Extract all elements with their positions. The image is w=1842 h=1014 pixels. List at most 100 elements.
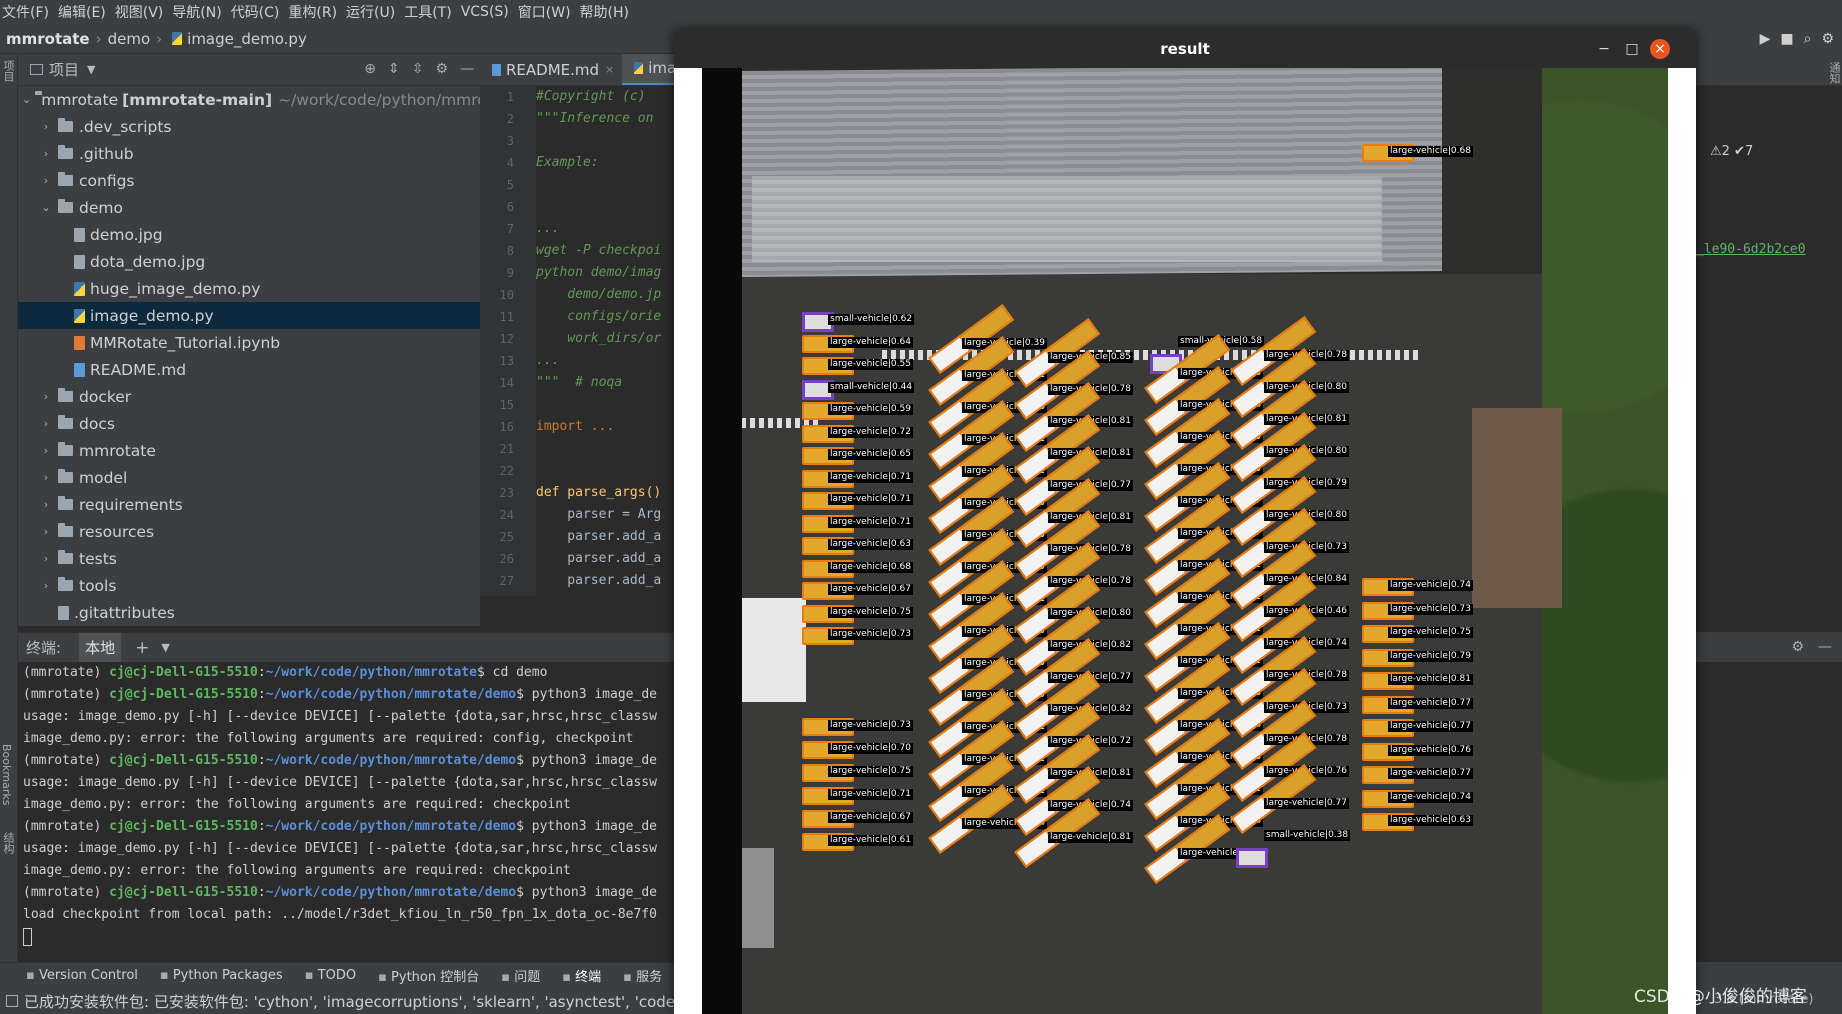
project-panel-title[interactable]: 项目 [49,59,79,80]
code-line: parser.add_a [536,573,662,588]
detection-label: large-vehicle|0.63 [828,539,913,550]
menu-item[interactable]: 编辑(E) [58,2,115,22]
tool-tab-2[interactable]: ▪ TODO [305,968,356,983]
tree-item[interactable]: › model [18,464,480,491]
tab-image-demo[interactable]: ima [622,54,674,85]
tree-item[interactable]: ⌄ demo [18,194,480,221]
tree-item-label: requirements [79,495,183,514]
tool-tab-5[interactable]: ▪ 终端 [562,966,601,985]
minimize-window-icon[interactable]: − [1594,39,1614,59]
maximize-window-icon[interactable]: □ [1622,39,1642,59]
gear-icon[interactable]: ⚙ [1821,31,1834,47]
terminal-env: (mmrotate) [23,665,110,680]
menu-item[interactable]: 运行(U) [346,2,404,22]
watermark: CSDN @小俊俊的博客 [1634,987,1807,1007]
chevron-down-icon[interactable]: ⌄ [38,201,54,214]
menu-item[interactable]: 代码(C) [231,2,289,22]
chevron-down-icon[interactable]: ⌄ [22,93,31,106]
chevron-right-icon[interactable]: › [38,471,54,484]
code-editor[interactable]: #Copyright (c) """Inference on Example:...… [536,86,674,596]
chevron-right-icon[interactable]: › [38,417,54,430]
chevron-right-icon[interactable]: › [38,525,54,538]
structure-tool-label[interactable]: 结构 [0,832,16,854]
tree-item[interactable]: dota_demo.jpg [18,248,480,275]
close-icon[interactable]: × [605,63,614,76]
tree-item[interactable]: image_demo.py [18,302,480,329]
chevron-right-icon[interactable]: › [38,552,54,565]
tool-tab-3[interactable]: ▪ Python 控制台 [378,966,479,985]
tree-item[interactable]: › tools [18,572,480,599]
inspection-badge[interactable]: ⚠2 ✔7 [1710,144,1753,159]
chevron-right-icon[interactable]: › [38,444,54,457]
gear-icon[interactable]: ⚙ [1791,639,1804,655]
tree-item-label: model [79,468,128,487]
chevron-right-icon[interactable]: › [38,498,54,511]
tree-item[interactable]: › .github [18,140,480,167]
chevron-right-icon[interactable]: › [38,390,54,403]
menu-item[interactable]: 文件(F) [2,2,58,22]
menu-item[interactable]: 帮助(H) [580,2,638,22]
terminal-line: image_demo.py: error: the following argu… [23,863,571,878]
menu-item[interactable]: 重构(R) [288,2,346,22]
info-message[interactable]: 已成功安装软件包: 已安装软件包: 'cython', 'imagecorrup… [24,991,719,1012]
breadcrumb-project[interactable]: mmrotate [6,30,90,48]
gear-icon[interactable]: ⚙ [435,61,448,77]
stop-icon[interactable]: ■ [1780,31,1793,47]
tree-item[interactable]: › docker [18,383,480,410]
todo-icon: ▪ [304,968,318,983]
code-line: """Inference on [536,111,654,126]
menu-item[interactable]: 窗口(W) [518,2,580,22]
tab-readme[interactable]: README.md × [480,54,622,85]
menu-item[interactable]: 导航(N) [172,2,230,22]
tree-item[interactable]: › docs [18,410,480,437]
tree-item[interactable]: README.md [18,356,480,383]
minimize-icon[interactable]: — [1818,639,1832,655]
add-terminal-icon[interactable]: + [135,638,149,658]
chevron-down-icon[interactable]: ▼ [161,641,169,654]
tree-item[interactable]: › requirements [18,491,480,518]
breadcrumb-file[interactable]: image_demo.py [187,30,307,48]
collapse-all-icon[interactable]: ⇳ [412,61,424,77]
minimize-icon[interactable]: — [460,61,474,77]
tool-tab-4[interactable]: ▪ 问题 [501,966,540,985]
locate-icon[interactable]: ⊕ [364,61,376,77]
detection-label: large-vehicle|0.72 [828,426,913,438]
menu-item[interactable]: VCS(S) [461,4,518,20]
breadcrumb-folder[interactable]: demo [108,30,151,48]
tree-item[interactable]: .gitattributes [18,599,480,626]
search-icon[interactable]: ⌕ [1804,31,1812,47]
tree-item[interactable]: ⌄ mmrotate [mmrotate-main] ~/work/code/pyth… [18,86,480,113]
tree-item[interactable]: › tests [18,545,480,572]
chevron-right-icon[interactable]: › [38,147,54,160]
tree-item[interactable]: MMRotate_Tutorial.ipynb [18,329,480,356]
chevron-right-icon[interactable]: › [38,174,54,187]
project-tool-label[interactable]: 项目 [0,60,16,82]
file-icon [58,605,69,620]
tree-item[interactable]: › resources [18,518,480,545]
tree-item[interactable]: huge_image_demo.py [18,275,480,302]
tree-item[interactable]: demo.jpg [18,221,480,248]
tool-tab-6[interactable]: ▪ 服务 [623,966,662,985]
terminal-path: ~/work/code/python/mmrotate/demo [265,753,517,768]
code-line: configs/orie [536,309,662,324]
bookmarks-tool-label[interactable]: Bookmarks [0,744,13,805]
tree-item[interactable]: › configs [18,167,480,194]
chevron-down-icon[interactable]: ▼ [87,63,95,76]
detection-label: large-vehicle|0.75 [828,606,913,618]
chevron-right-icon[interactable]: › [38,579,54,592]
run-icon[interactable]: ▶ [1760,31,1771,47]
tool-tab-1[interactable]: ▪ Python Packages [160,968,283,983]
expand-all-icon[interactable]: ⇕ [388,61,400,77]
folder-icon [58,415,73,429]
menu-item[interactable]: 视图(V) [115,2,173,22]
tree-item[interactable]: › mmrotate [18,437,480,464]
menu-item[interactable]: 工具(T) [404,2,460,22]
close-window-icon[interactable]: × [1650,39,1670,59]
tool-tab-0[interactable]: ▪ Version Control [26,968,138,983]
tree-item[interactable]: › .dev_scripts [18,113,480,140]
chevron-right-icon[interactable]: › [38,120,54,133]
terminal-tab-local[interactable]: 本地 [79,633,122,662]
notifications-tool-label[interactable]: 通知 [1826,62,1842,84]
terminal-output[interactable]: (mmrotate) cj@cj-Dell-G15-5510:~/work/co… [18,662,674,948]
tree-item-label: configs [79,171,135,190]
